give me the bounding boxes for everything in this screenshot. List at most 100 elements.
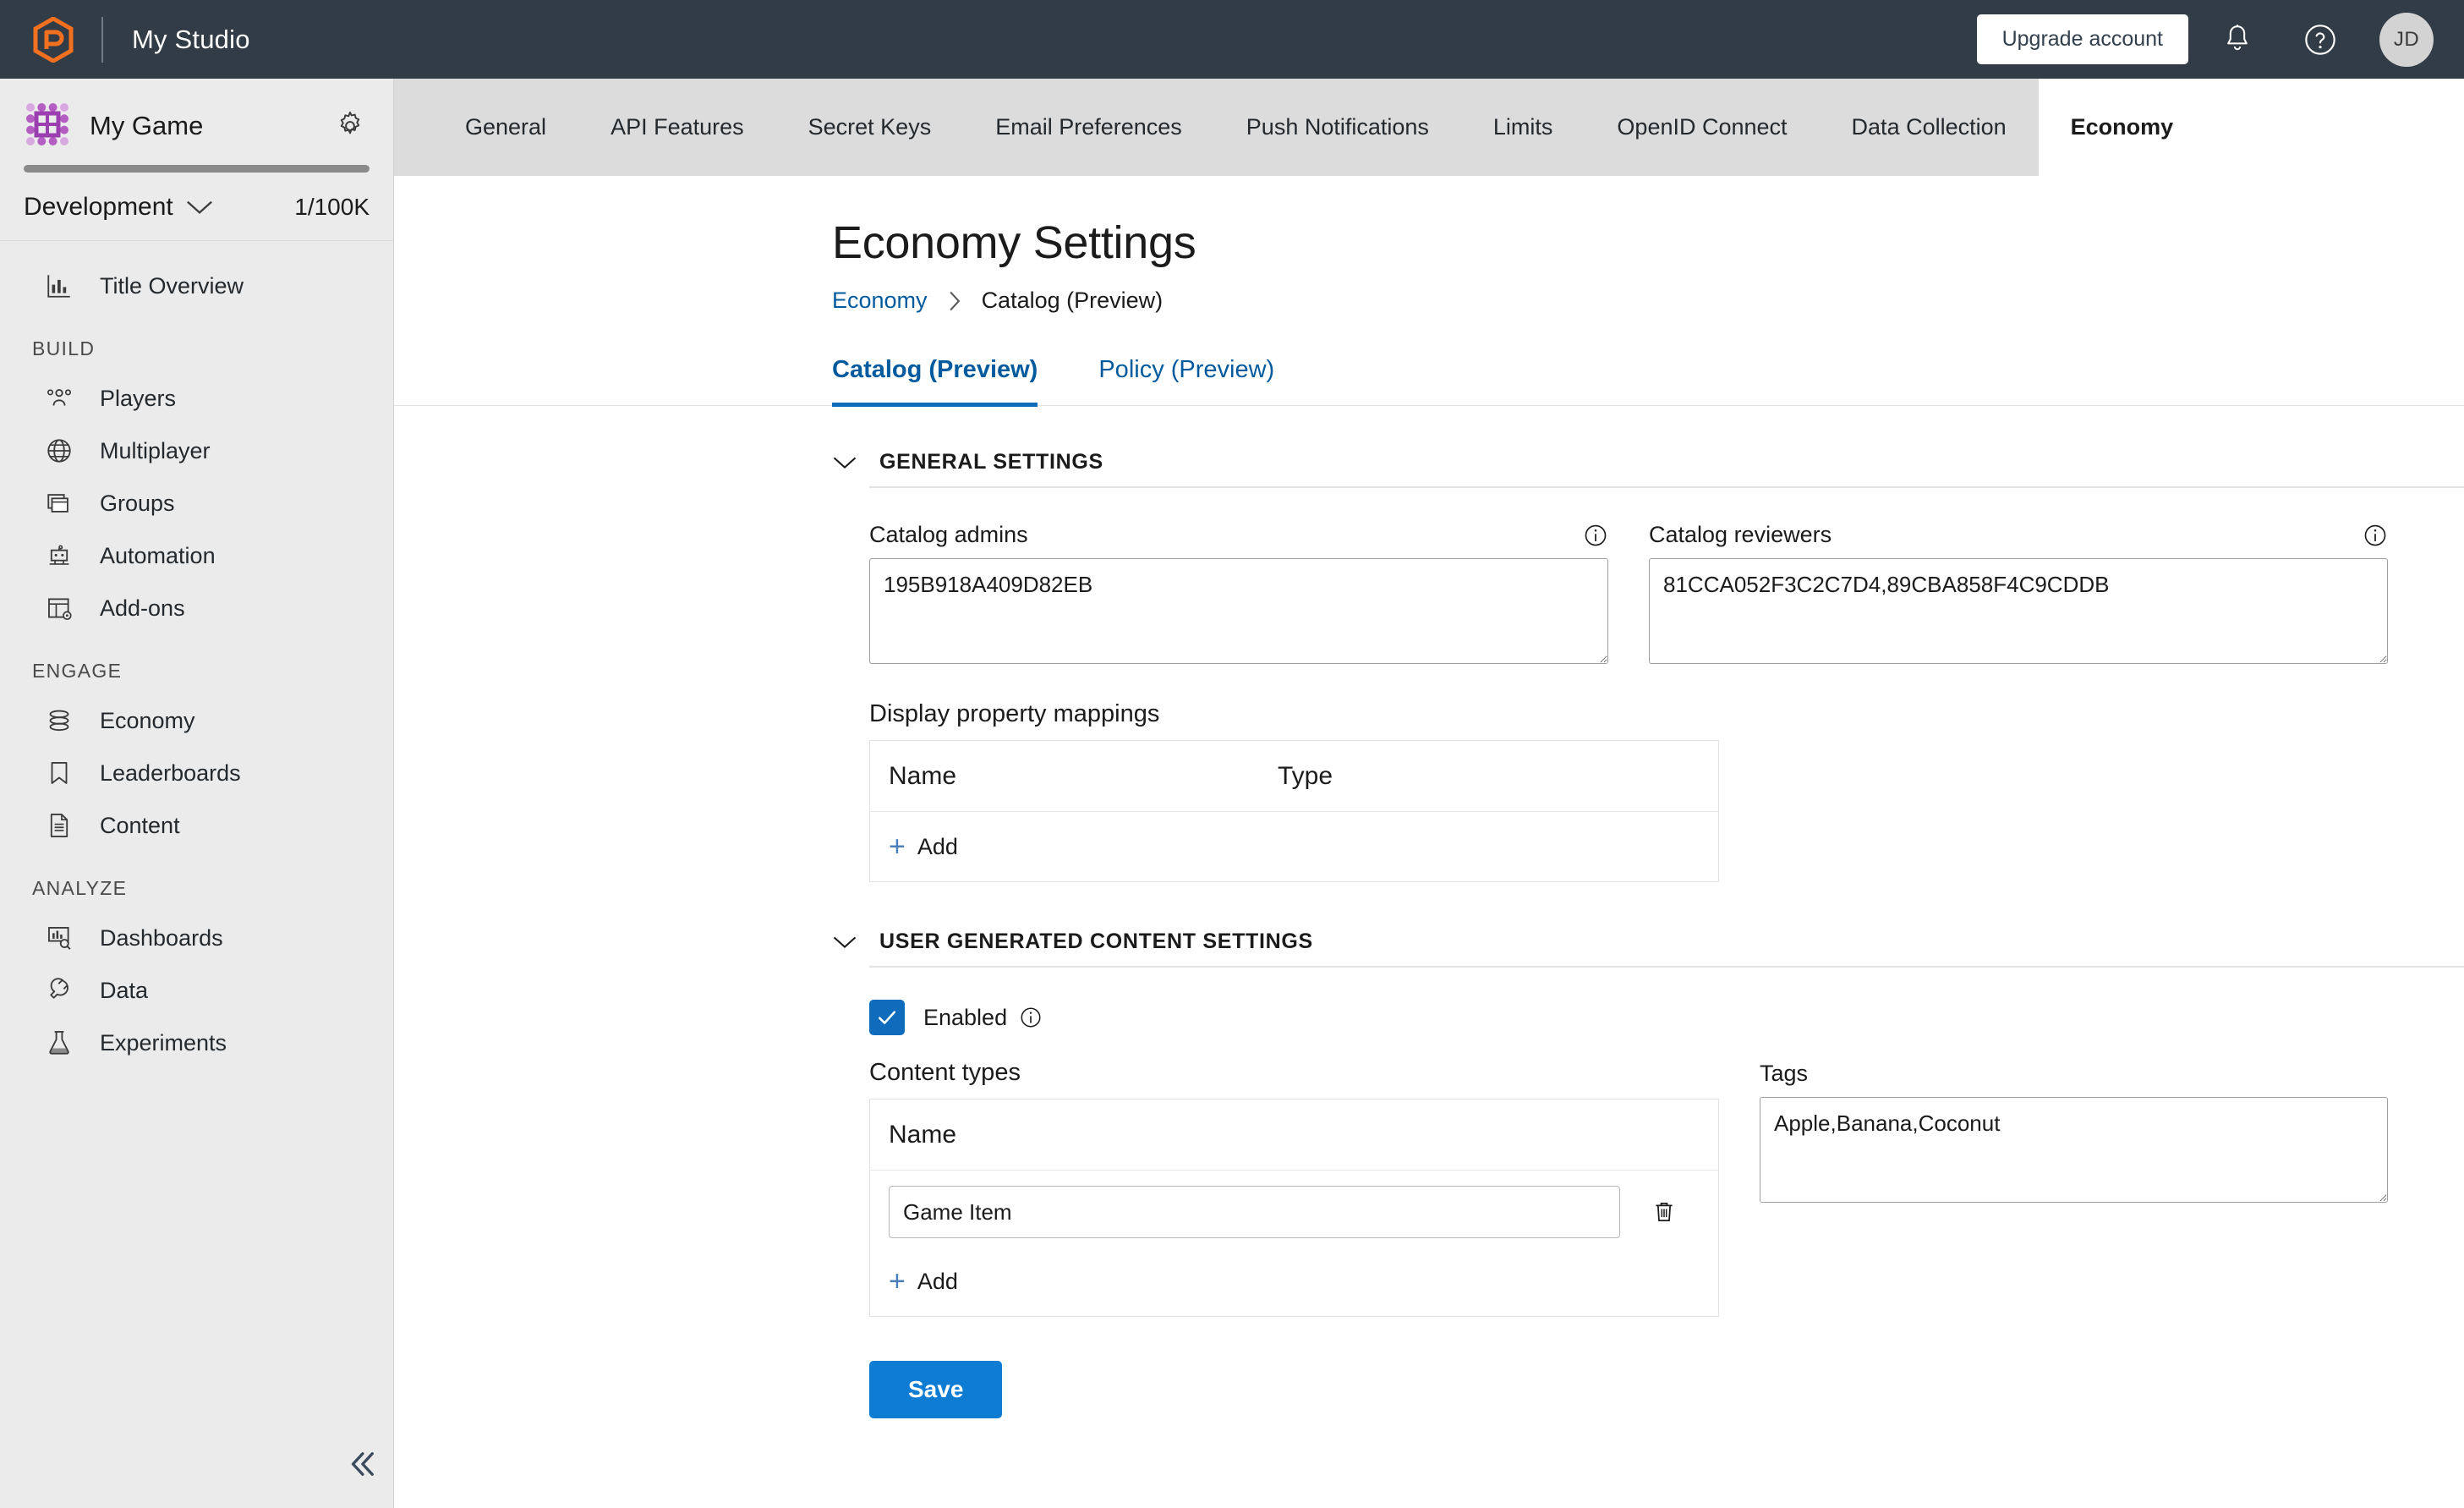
sidebar-item-groups[interactable]: Groups: [0, 477, 393, 529]
add-content-type-label: Add: [917, 1268, 958, 1294]
catalog-admins-field: Catalog admins: [869, 522, 1608, 668]
sidebar: My Game Development 1/100K Title Overvie…: [0, 79, 394, 1508]
robot-icon: [42, 539, 76, 573]
sidebar-item-add-ons[interactable]: Add-ons: [0, 582, 393, 634]
sidebar-item-label: Players: [100, 385, 177, 411]
tab-push-notifications[interactable]: Push Notifications: [1214, 79, 1461, 176]
catalog-reviewers-input[interactable]: [1649, 558, 2388, 664]
tab-openid-connect[interactable]: OpenID Connect: [1585, 79, 1819, 176]
brand-divider: [101, 16, 103, 63]
section-title: GENERAL SETTINGS: [879, 450, 1103, 474]
tab-data-collection[interactable]: Data Collection: [1820, 79, 2039, 176]
column-header-name: Name: [889, 1120, 957, 1149]
settings-tabbar: General API Features Secret Keys Email P…: [394, 79, 2464, 176]
sidebar-group-analyze: ANALYZE: [32, 877, 128, 899]
section-divider: [869, 486, 2464, 488]
bar-chart-icon: [42, 269, 76, 303]
info-icon[interactable]: [1019, 1006, 1043, 1029]
app-root: My Studio Upgrade account JD My Game Dev…: [0, 0, 2464, 1508]
catalog-admins-label-row: Catalog admins: [869, 522, 1608, 548]
sidebar-item-players[interactable]: Players: [0, 372, 393, 425]
top-header-bar: My Studio Upgrade account JD: [0, 0, 2464, 79]
catalog-admins-label: Catalog admins: [869, 522, 1028, 547]
general-settings-section-header[interactable]: GENERAL SETTINGS: [832, 450, 2388, 474]
sidebar-item-data[interactable]: Data: [0, 964, 393, 1017]
ugc-enabled-checkbox[interactable]: [869, 1000, 905, 1035]
breadcrumb-current: Catalog (Preview): [981, 288, 1164, 313]
avatar[interactable]: JD: [2379, 12, 2434, 67]
trash-icon[interactable]: [1645, 1193, 1683, 1231]
content-type-name-input[interactable]: [889, 1186, 1620, 1238]
sidebar-item-label: Add-ons: [100, 595, 185, 621]
help-circle-icon[interactable]: [2286, 6, 2354, 74]
tab-general[interactable]: General: [433, 79, 578, 176]
people-icon: [42, 381, 76, 415]
display-property-mappings-table: Name Type + Add: [869, 740, 1719, 882]
info-icon[interactable]: [2363, 523, 2388, 548]
tab-limits[interactable]: Limits: [1461, 79, 1585, 176]
upgrade-account-button[interactable]: Upgrade account: [1976, 14, 2188, 64]
game-grid-icon: [24, 101, 71, 152]
tab-economy[interactable]: Economy: [2038, 79, 2206, 176]
sidebar-item-economy[interactable]: Economy: [0, 694, 393, 747]
environment-selector[interactable]: Development 1/100K: [0, 173, 393, 241]
sidebar-group-engage: ENGAGE: [32, 660, 123, 682]
coins-stack-icon: [42, 704, 76, 738]
sidebar-nav: Title Overview BUILD Players Multiplayer…: [0, 241, 393, 1508]
add-mapping-label: Add: [917, 833, 958, 859]
page-title: Economy Settings: [832, 217, 1196, 268]
subtab-policy-preview[interactable]: Policy (Preview): [1098, 356, 1274, 407]
chevron-down-icon[interactable]: [832, 934, 861, 951]
studio-name: My Studio: [132, 24, 250, 54]
playfab-hexagon-logo-icon[interactable]: [32, 16, 74, 63]
sidebar-item-label: Experiments: [100, 1029, 227, 1056]
plus-icon: +: [889, 831, 906, 863]
tab-email-preferences[interactable]: Email Preferences: [963, 79, 1214, 176]
sidebar-item-leaderboards[interactable]: Leaderboards: [0, 747, 393, 799]
flask-icon: [42, 1026, 76, 1060]
sidebar-item-label: Groups: [100, 490, 175, 516]
gear-icon[interactable]: [331, 107, 370, 145]
sidebar-item-multiplayer[interactable]: Multiplayer: [0, 425, 393, 477]
sidebar-item-label: Leaderboards: [100, 759, 241, 786]
display-property-mappings-label: Display property mappings: [869, 700, 1160, 727]
settings-panel: GENERAL SETTINGS Catalog admins 195B918A…: [394, 406, 2464, 1418]
catalog-admins-input[interactable]: [869, 558, 1608, 664]
section-title: USER GENERATED CONTENT SETTINGS: [879, 929, 1313, 953]
bell-icon[interactable]: [2204, 6, 2271, 74]
tags-input[interactable]: [1760, 1097, 2388, 1203]
globe-icon: [42, 434, 76, 468]
sidebar-item-label: Dashboards: [100, 924, 223, 951]
sidebar-item-automation[interactable]: Automation: [0, 529, 393, 582]
sidebar-item-dashboards[interactable]: Dashboards: [0, 912, 393, 964]
chevron-right-icon: [946, 290, 963, 312]
add-content-type-button[interactable]: + Add: [870, 1247, 1718, 1316]
ugc-enabled-label: Enabled: [923, 1004, 1008, 1030]
quota-text: 1/100K: [294, 194, 370, 220]
quota-progress-bar: [0, 155, 393, 173]
subtab-catalog-preview[interactable]: Catalog (Preview): [832, 356, 1038, 407]
chevron-down-icon[interactable]: [832, 454, 861, 471]
info-icon[interactable]: [1583, 523, 1608, 548]
chevron-down-icon[interactable]: [185, 198, 214, 217]
add-mapping-button[interactable]: + Add: [870, 812, 1718, 881]
economy-subtabs: Catalog (Preview) Policy (Preview): [394, 354, 2464, 407]
bookmark-icon: [42, 756, 76, 790]
game-header: My Game: [0, 79, 393, 155]
double-chevron-left-icon[interactable]: [338, 1440, 386, 1488]
plug-icon: [42, 973, 76, 1007]
content-types-column: Content types Name Game Item + Add: [869, 1059, 1719, 1317]
table-header-row: Name Type: [870, 741, 1718, 812]
save-button[interactable]: Save: [869, 1361, 1003, 1418]
sidebar-item-label: Data: [100, 977, 149, 1003]
body-row: My Game Development 1/100K Title Overvie…: [0, 79, 2464, 1508]
environment-name: Development: [24, 193, 173, 221]
ugc-settings-section-header[interactable]: USER GENERATED CONTENT SETTINGS: [832, 929, 2388, 954]
sidebar-item-experiments[interactable]: Experiments: [0, 1017, 393, 1069]
sidebar-item-content[interactable]: Content: [0, 799, 393, 852]
breadcrumb: Economy Catalog (Preview): [394, 288, 2464, 314]
sidebar-item-title-overview[interactable]: Title Overview: [0, 260, 393, 312]
tab-api-features[interactable]: API Features: [578, 79, 776, 176]
tab-secret-keys[interactable]: Secret Keys: [776, 79, 964, 176]
breadcrumb-link-economy[interactable]: Economy: [832, 288, 928, 314]
